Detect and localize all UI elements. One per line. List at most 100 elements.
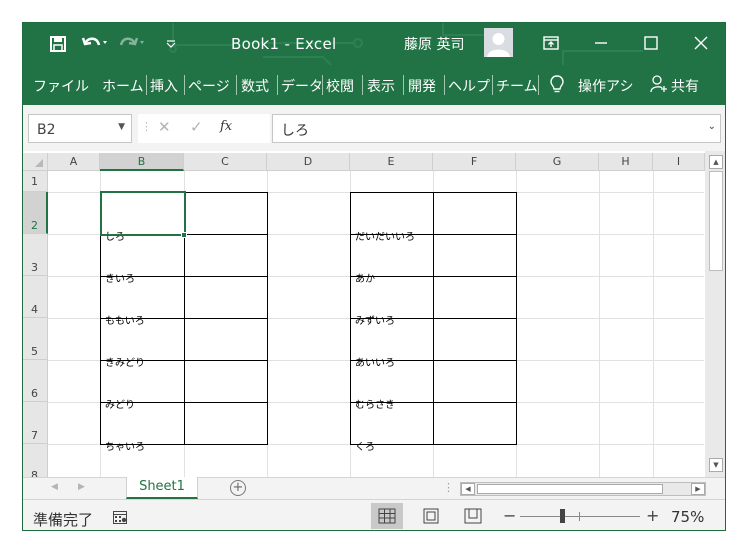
- cell-b4[interactable]: ももいろ: [101, 312, 145, 327]
- tab-page-layout[interactable]: ページ: [188, 76, 230, 96]
- normal-view-icon[interactable]: [371, 503, 403, 529]
- sheet-tab-sheet1[interactable]: Sheet1: [126, 477, 198, 499]
- tab-separator: [362, 75, 363, 95]
- fill-handle[interactable]: [181, 232, 187, 238]
- column-header-i[interactable]: I: [653, 153, 705, 171]
- formula-input[interactable]: しろ ⌄: [272, 114, 721, 143]
- column-header-d[interactable]: D: [267, 153, 350, 171]
- formula-value: しろ: [281, 123, 309, 139]
- cell-e6[interactable]: むらさき: [351, 396, 395, 411]
- formula-bar: B2 ▼ ⋮ ✕ ✓ fx しろ ⌄: [23, 105, 725, 151]
- row-header-7[interactable]: 7: [23, 402, 48, 444]
- tab-help[interactable]: ヘルプ: [448, 76, 490, 96]
- tell-me-search[interactable]: 操作アシ: [578, 76, 633, 96]
- cell-b5[interactable]: きみどり: [101, 354, 145, 369]
- sheet-tab-bar: ◀ ▶ Sheet1 + ⋮ ◀ ▶: [23, 477, 725, 499]
- column-header-b[interactable]: B: [100, 153, 184, 171]
- minimize-icon[interactable]: [586, 29, 616, 57]
- enter-icon[interactable]: ✓: [190, 118, 203, 136]
- cancel-icon[interactable]: ✕: [158, 118, 171, 136]
- spreadsheet-grid[interactable]: A B C D E F G H I 1 2 3 4 5 6 7 8 しろ きいろ…: [23, 151, 725, 477]
- tab-home[interactable]: ホーム: [102, 76, 144, 96]
- cell-b6[interactable]: みどり: [101, 396, 135, 411]
- row-header-8[interactable]: 8: [23, 444, 48, 477]
- gridline: [599, 171, 600, 477]
- scroll-up-icon[interactable]: ▲: [709, 155, 723, 169]
- name-box[interactable]: B2 ▼: [28, 114, 132, 143]
- row-header-2[interactable]: 2: [23, 192, 48, 234]
- avatar[interactable]: [484, 28, 513, 57]
- cell-e5[interactable]: あいいろ: [351, 354, 395, 369]
- undo-icon[interactable]: [79, 33, 111, 55]
- select-all-corner[interactable]: [23, 153, 48, 171]
- lightbulb-icon[interactable]: [550, 74, 564, 98]
- cell-e3[interactable]: あか: [351, 270, 375, 285]
- tab-formulas[interactable]: 数式: [241, 76, 269, 96]
- column-header-g[interactable]: G: [516, 153, 599, 171]
- row-header-3[interactable]: 3: [23, 234, 48, 276]
- tab-separator: [444, 75, 445, 95]
- ribbon-display-options-icon[interactable]: [536, 29, 566, 57]
- cell-b7[interactable]: ちゃいろ: [101, 438, 145, 453]
- zoom-slider-thumb[interactable]: [560, 509, 565, 523]
- excel-window: Book1 - Excel 藤原 英司 ファイル ホーム 挿入 ページ 数式 デ…: [22, 22, 726, 531]
- row-header-6[interactable]: 6: [23, 360, 48, 402]
- tab-developer[interactable]: 開発: [408, 76, 436, 96]
- scroll-right-icon[interactable]: ▶: [691, 483, 705, 495]
- column-header-c[interactable]: C: [184, 153, 267, 171]
- cell-e2[interactable]: だいだいいろ: [351, 228, 415, 243]
- split-handle-icon[interactable]: ⋮: [443, 481, 454, 494]
- row-header-1[interactable]: 1: [23, 171, 48, 192]
- share-person-icon[interactable]: [649, 74, 667, 98]
- cell-e4[interactable]: みずいろ: [351, 312, 395, 327]
- user-name[interactable]: 藤原 英司: [404, 34, 464, 54]
- name-box-value: B2: [37, 122, 56, 138]
- tab-view[interactable]: 表示: [367, 76, 395, 96]
- customize-quick-access-icon[interactable]: [161, 33, 181, 55]
- active-cell-selection: [100, 191, 186, 236]
- close-icon[interactable]: [686, 29, 716, 57]
- page-layout-view-icon[interactable]: [415, 503, 447, 529]
- share-button[interactable]: 共有: [671, 76, 699, 96]
- tab-insert[interactable]: 挿入: [150, 76, 178, 96]
- tab-file[interactable]: ファイル: [33, 76, 89, 96]
- zoom-slider-track[interactable]: [520, 516, 640, 517]
- row-header-4[interactable]: 4: [23, 276, 48, 318]
- tab-review[interactable]: 校閲: [326, 76, 354, 96]
- tab-separator: [538, 75, 539, 95]
- redo-icon[interactable]: [117, 33, 149, 55]
- table-border-row: [350, 276, 517, 277]
- expand-formula-chevron-icon[interactable]: ⌄: [708, 121, 716, 132]
- tab-data[interactable]: データ: [281, 76, 323, 96]
- tab-team[interactable]: チーム: [496, 76, 538, 96]
- column-header-e[interactable]: E: [350, 153, 433, 171]
- prev-sheet-icon[interactable]: ◀: [51, 482, 58, 492]
- formula-buttons: ⋮ ✕ ✓ fx: [138, 114, 270, 143]
- tab-separator: [184, 75, 185, 95]
- tab-separator: [492, 75, 493, 95]
- zoom-in-button[interactable]: +: [646, 506, 659, 525]
- column-header-h[interactable]: H: [599, 153, 653, 171]
- gridline: [653, 171, 654, 477]
- insert-function-button[interactable]: fx: [220, 119, 232, 134]
- row-header-5[interactable]: 5: [23, 318, 48, 360]
- horizontal-scrollbar[interactable]: ◀ ▶: [460, 482, 706, 496]
- cell-e7[interactable]: くろ: [351, 438, 375, 453]
- scroll-left-icon[interactable]: ◀: [461, 483, 475, 495]
- save-icon[interactable]: [45, 33, 71, 55]
- vertical-scroll-thumb[interactable]: [709, 171, 723, 271]
- maximize-icon[interactable]: [636, 29, 666, 57]
- chevron-down-icon[interactable]: ▼: [118, 122, 125, 132]
- zoom-level[interactable]: 75%: [671, 508, 704, 526]
- vertical-scrollbar[interactable]: ▲ ▼: [705, 151, 725, 477]
- zoom-out-button[interactable]: −: [503, 506, 516, 525]
- cell-b3[interactable]: きいろ: [101, 270, 135, 285]
- column-header-a[interactable]: A: [48, 153, 100, 171]
- add-sheet-icon[interactable]: +: [230, 480, 246, 496]
- page-break-preview-icon[interactable]: [457, 503, 489, 529]
- macro-recording-icon[interactable]: [113, 509, 127, 528]
- horizontal-scroll-thumb[interactable]: [477, 484, 663, 494]
- scroll-down-icon[interactable]: ▼: [709, 458, 723, 472]
- next-sheet-icon[interactable]: ▶: [78, 482, 85, 492]
- column-header-f[interactable]: F: [433, 153, 516, 171]
